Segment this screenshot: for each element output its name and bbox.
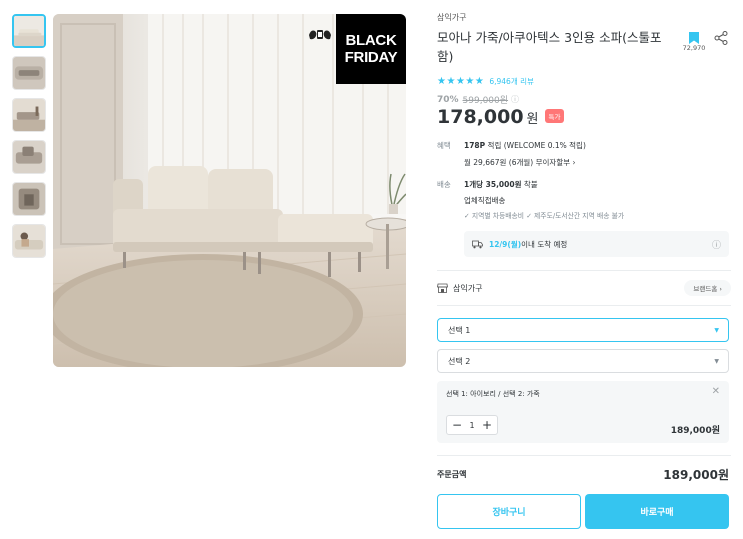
order-total-row: 주문금액 189,000원 [437, 466, 729, 483]
price-currency: 원 [526, 112, 539, 127]
points-value: 178P [464, 141, 486, 150]
installment-link[interactable]: 월 29,667원 (6개월) 무이자할부 › [464, 157, 576, 168]
price-row: 178,000 원 특가 [437, 106, 565, 128]
discount-rate: 70% [437, 94, 459, 105]
bookmark-count: 72,970 [682, 44, 706, 52]
badge-line-2: FRIDAY [344, 49, 398, 66]
original-price: 599,000원 [462, 96, 509, 106]
add-to-cart-button[interactable]: 장바구니 [437, 494, 581, 529]
chevron-down-icon: ▼ [714, 326, 719, 334]
brand-link[interactable]: 삼익가구 [437, 12, 466, 23]
product-title: 모아나 가죽/아쿠아텍스 3인용 소파(스툴포함) [437, 30, 662, 64]
thumbnail-5[interactable] [12, 182, 46, 216]
seller-name[interactable]: 삼익가구 [453, 283, 482, 294]
bookmark-icon [689, 32, 699, 44]
thumbnail-list [12, 14, 48, 266]
buy-now-button[interactable]: 바로구매 [585, 494, 729, 529]
order-total-price: 189,000원 [663, 468, 729, 482]
eta-text: 이내 도착 예정 [521, 239, 568, 249]
star-icon: ★ [446, 76, 456, 87]
rating-row[interactable]: ★ ★ ★ ★ ★ 6,946개 리뷰 [437, 76, 534, 87]
delivery-eta-box: 12/9(월) 이내 도착 예정 ⓘ [464, 231, 729, 257]
decrease-quantity-button[interactable]: − [452, 418, 462, 432]
shipping-method: 업체직접배송 [464, 196, 506, 205]
info-icon[interactable]: ⓘ [511, 94, 519, 105]
seller-row: 삼익가구 브랜드홈 › [437, 280, 731, 296]
shipping-notes: ✓ 지역별 차등배송비 ✓ 제주도/도서산간 지역 배송 불가 [464, 212, 625, 220]
quantity-stepper: − 1 + [446, 415, 498, 435]
divider [437, 270, 731, 271]
thumbnail-4[interactable] [12, 140, 46, 174]
main-product-image[interactable]: BLACK FRIDAY [53, 14, 406, 367]
shipping-fee: 1개당 35,000원 착불 [464, 179, 538, 190]
option-select-2-label: 선택 2 [448, 356, 471, 366]
review-count[interactable]: 6,946개 리뷰 [489, 76, 534, 87]
share-icon [714, 31, 728, 45]
points-detail: 적립 (WELCOME 0.1% 적립) [485, 141, 586, 150]
black-friday-badge: BLACK FRIDAY [336, 14, 406, 84]
option-price: 189,000원 [670, 426, 720, 436]
share-button[interactable] [714, 30, 728, 49]
store-icon [437, 283, 448, 293]
brand-crest-icon [309, 30, 331, 40]
order-total-label: 주문금액 [437, 470, 467, 479]
selected-option-text: 선택 1: 아이보리 / 선택 2: 가죽 [446, 390, 540, 398]
benefit-label: 혜택 [437, 141, 451, 150]
option-select-1[interactable]: 선택 1 ▼ [437, 318, 729, 342]
special-badge: 특가 [544, 109, 565, 123]
eta-info-icon[interactable]: ⓘ [712, 238, 721, 251]
option-select-2[interactable]: 선택 2 ▼ [437, 349, 729, 373]
shipping-label: 배송 [437, 180, 451, 189]
star-icon: ★ [437, 76, 446, 87]
truck-icon [472, 240, 483, 248]
badge-line-1: BLACK [345, 32, 397, 49]
divider [437, 455, 731, 456]
discount-row: 70% 599,000원 ⓘ [437, 93, 519, 107]
divider [437, 305, 731, 306]
thumbnail-2[interactable] [12, 56, 46, 90]
sale-price: 178,000 [437, 106, 524, 128]
thumbnail-3[interactable] [12, 98, 46, 132]
star-icon: ★ [474, 76, 484, 87]
shipping-fee-value: 1개당 35,000원 [464, 180, 522, 189]
brand-home-button[interactable]: 브랜드홈 › [684, 280, 731, 296]
shipping-fee-suffix: 착불 [521, 180, 538, 189]
thumbnail-1[interactable] [12, 14, 46, 48]
quantity-value[interactable]: 1 [469, 421, 474, 430]
increase-quantity-button[interactable]: + [482, 418, 492, 432]
eta-date: 12/9(월) [489, 239, 522, 249]
option-select-1-label: 선택 1 [448, 325, 471, 335]
selected-option-box: 선택 1: 아이보리 / 선택 2: 가죽 ✕ − 1 + 189,000원 [437, 381, 729, 443]
points-line: 178P 적립 (WELCOME 0.1% 적립) [464, 140, 586, 151]
chevron-down-icon: ▼ [714, 357, 719, 365]
star-icon: ★ [465, 76, 475, 87]
thumbnail-6[interactable] [12, 224, 46, 258]
star-icon: ★ [455, 76, 465, 87]
remove-option-icon[interactable]: ✕ [712, 386, 720, 397]
